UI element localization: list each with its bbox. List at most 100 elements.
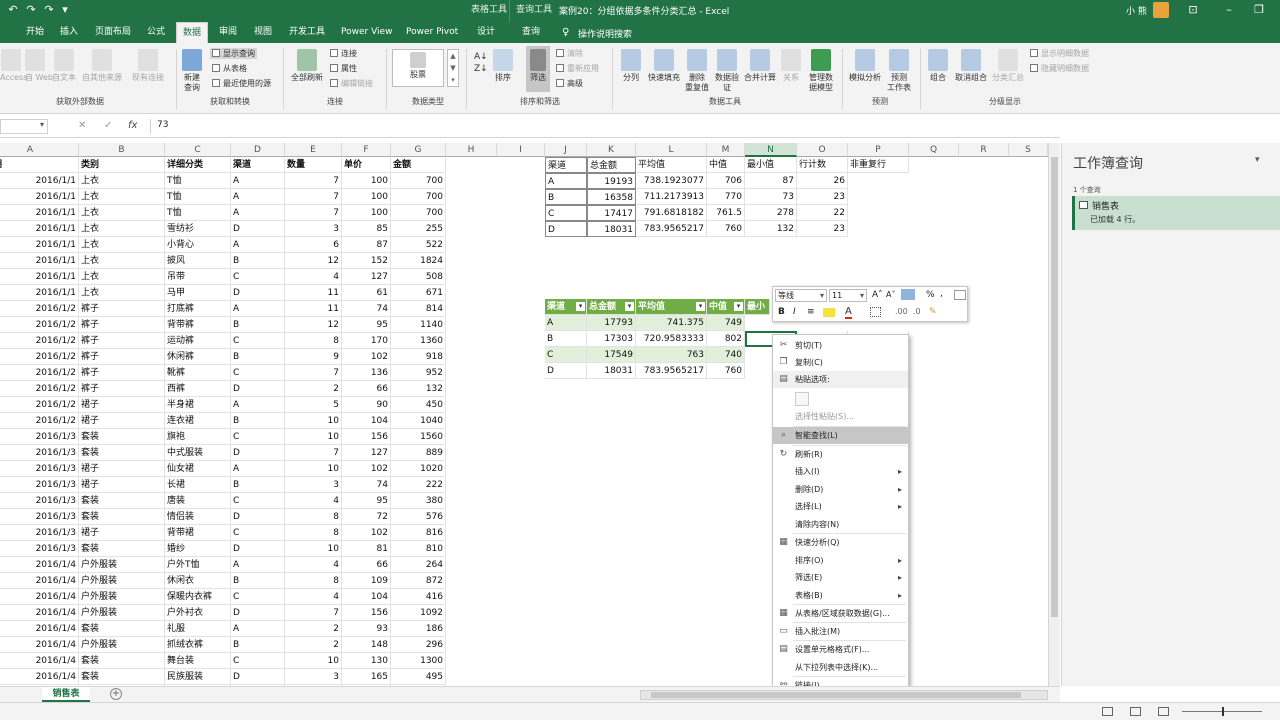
table-cell[interactable]: 3 [285,477,342,493]
text-to-columns-button[interactable]: 分列 [620,49,642,83]
summary-cell[interactable]: 73 [745,189,797,205]
table-cell[interactable]: 95 [342,317,391,333]
table-cell[interactable]: 2016/1/4 [0,621,79,637]
table-cell[interactable]: 保暖内衣裤 [165,589,231,605]
table-cell[interactable]: 套装 [79,445,165,461]
table-cell[interactable]: 100 [342,173,391,189]
table-cell[interactable]: 1824 [391,253,446,269]
column-header-q[interactable]: Q [909,143,959,157]
cancel-icon[interactable]: ✕ [78,120,86,131]
from-text-button[interactable]: 自文本 [50,49,78,83]
query-table-cell[interactable]: 763 [636,347,707,363]
table-cell[interactable]: 10 [285,541,342,557]
table-cell[interactable]: 2016/1/2 [0,381,79,397]
table-cell[interactable]: 2016/1/2 [0,333,79,349]
reapply-button[interactable]: 重新应用 [556,63,599,74]
table-cell[interactable]: 81 [342,541,391,557]
minimize-icon[interactable]: – [1222,3,1236,17]
table-cell[interactable]: 495 [391,669,446,685]
table-cell[interactable]: 2016/1/4 [0,669,79,685]
table-cell[interactable]: D [231,381,285,397]
horizontal-scroll-thumb[interactable] [651,692,1021,698]
table-cell[interactable]: 7 [285,173,342,189]
table-cell[interactable]: 户外服装 [79,557,165,573]
table-cell[interactable]: A [231,397,285,413]
table-cell[interactable]: 唐装 [165,493,231,509]
table-cell[interactable]: 户外T恤 [165,557,231,573]
menu-delete[interactable]: 删除(D) ▸ [773,481,908,498]
summary-cell[interactable]: A [545,173,587,189]
data-type-scroll[interactable]: ▲ ▼ ▾ [447,49,459,87]
menu-pick-from-list[interactable]: 从下拉列表中选择(K)... [773,659,908,676]
summary-cell[interactable]: C [545,205,587,221]
hide-detail-button[interactable]: 隐藏明细数据 [1030,63,1089,74]
table-cell[interactable]: 152 [342,253,391,269]
table-cell[interactable]: 102 [342,349,391,365]
table-cell[interactable]: 雪纺衫 [165,221,231,237]
menu-smart-lookup[interactable]: ⌕ 智能查找(L) [773,427,908,444]
table-cell[interactable]: 952 [391,365,446,381]
table-cell[interactable]: 2016/1/1 [0,205,79,221]
align-icon[interactable]: ≡ [807,307,815,317]
table-cell[interactable]: 上衣 [79,189,165,205]
table-cell[interactable]: 上衣 [79,221,165,237]
table-cell[interactable]: 裤子 [79,301,165,317]
summary-cell[interactable]: 791.6818182 [636,205,707,221]
table-cell[interactable]: 1040 [391,413,446,429]
table-cell[interactable]: 套装 [79,509,165,525]
table-cell[interactable]: 814 [391,301,446,317]
table-cell[interactable]: A [231,621,285,637]
query-table-cell[interactable]: 17303 [587,331,636,347]
font-name-box[interactable]: 等线 ▾ [775,289,827,302]
column-header-j[interactable]: J [545,143,587,157]
table-cell[interactable]: C [231,653,285,669]
percent-icon[interactable]: % [926,290,935,300]
table-cell[interactable]: 户外服装 [79,605,165,621]
menu-sort[interactable]: 排序(O) ▸ [773,552,908,569]
table-cell[interactable]: 12 [285,253,342,269]
table-cell[interactable]: 2 [285,381,342,397]
menu-filter[interactable]: 筛选(E) ▸ [773,569,908,586]
summary-cell[interactable]: 132 [745,221,797,237]
table-cell[interactable]: 671 [391,285,446,301]
table-cell[interactable]: B [231,317,285,333]
summary-cell[interactable]: 760 [707,221,745,237]
table-cell[interactable]: 12 [285,317,342,333]
table-cell[interactable]: 半身裙 [165,397,231,413]
column-header-l[interactable]: L [636,143,707,157]
table-cell[interactable]: 吊带 [165,269,231,285]
table-cell[interactable]: 3 [285,221,342,237]
manage-data-model-button[interactable]: 管理数 据模型 [806,49,836,93]
borders-icon[interactable] [870,307,881,317]
table-cell[interactable]: 576 [391,509,446,525]
table-cell[interactable]: 7 [285,205,342,221]
table-cell[interactable]: 2 [285,637,342,653]
sort-az-icon[interactable]: A↓ Z↓ [474,51,488,75]
table-cell[interactable]: 700 [391,189,446,205]
table-cell[interactable]: 情侣装 [165,509,231,525]
filter-dropdown-icon[interactable]: ▾ [625,302,634,311]
table-cell[interactable]: 1092 [391,605,446,621]
clear-format-icon[interactable]: ✎ [929,307,937,317]
table-cell[interactable]: C [231,269,285,285]
table-cell[interactable]: 舞台装 [165,653,231,669]
query-table-cell[interactable]: 17549 [587,347,636,363]
summary-cell[interactable]: 738.1923077 [636,173,707,189]
table-cell[interactable]: 上衣 [79,269,165,285]
table-cell[interactable]: 裙子 [79,397,165,413]
table-cell[interactable]: 2016/1/2 [0,301,79,317]
table-cell[interactable]: 1300 [391,653,446,669]
table-cell[interactable]: 10 [285,429,342,445]
table-cell[interactable]: 130 [342,653,391,669]
font-color-icon[interactable]: A [845,306,852,319]
table-cell[interactable]: 4 [285,493,342,509]
table-cell[interactable]: 2016/1/3 [0,477,79,493]
table-cell[interactable]: 2016/1/3 [0,541,79,557]
filter-dropdown-icon[interactable]: ▾ [576,302,585,311]
decrease-decimal-icon[interactable]: .0 [913,307,921,316]
bold-button[interactable]: B [778,307,785,317]
table-cell[interactable]: 61 [342,285,391,301]
consolidate-button[interactable]: 合并计算 [742,49,778,83]
table-cell[interactable]: 休闲衣 [165,573,231,589]
query-table-cell[interactable]: 17793 [587,315,636,331]
